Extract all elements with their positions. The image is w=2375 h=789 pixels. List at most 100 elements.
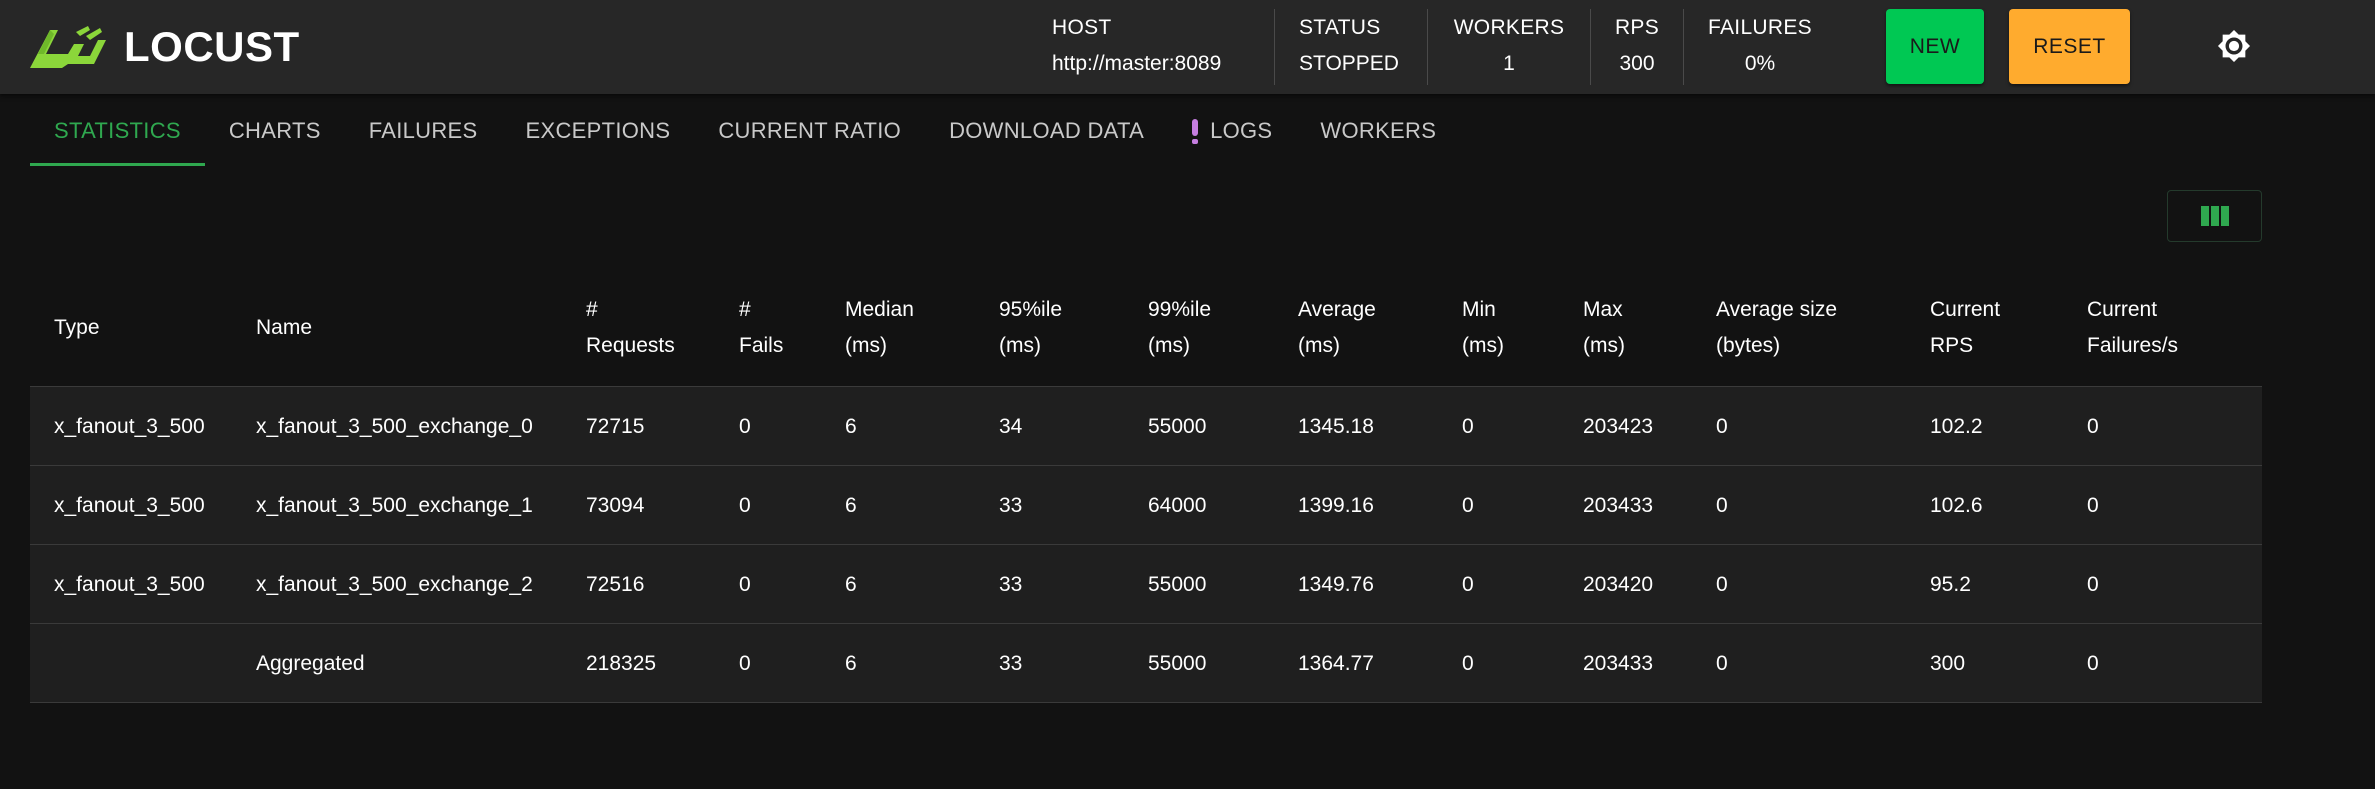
cell-average: 1349.76	[1298, 573, 1374, 596]
tab-current-ratio[interactable]: CURRENT RATIO	[694, 96, 925, 166]
cell-p99: 55000	[1148, 573, 1207, 596]
cell-p99: 64000	[1148, 494, 1207, 517]
cell-p95: 34	[999, 415, 1023, 438]
cell-max: 203423	[1583, 415, 1654, 438]
cell-name: Aggregated	[256, 652, 365, 675]
cell-avg-size: 0	[1716, 494, 1728, 517]
locust-icon	[30, 26, 106, 68]
rps-label: RPS	[1614, 16, 1660, 39]
failures-label: FAILURES	[1708, 16, 1812, 39]
host-label: HOST	[1052, 16, 1112, 39]
cell-p99: 55000	[1148, 415, 1207, 438]
cell-fails: 0	[739, 652, 751, 675]
cell-current-failures: 0	[2087, 652, 2099, 675]
tab-label: FAILURES	[368, 118, 478, 143]
column-header[interactable]: # Requests	[586, 292, 675, 364]
status-stat: STATUS STOPPED	[1275, 0, 1427, 94]
locust-logo[interactable]: LOCUST	[28, 22, 300, 72]
cell-type: x_fanout_3_500	[54, 415, 205, 438]
tab-label: EXCEPTIONS	[525, 118, 671, 143]
cell-p95: 33	[999, 652, 1023, 675]
host-stat: HOST http://master:8089	[1028, 0, 1274, 94]
failures-stat: FAILURES 0%	[1684, 0, 1836, 94]
cell-median: 6	[845, 415, 857, 438]
tab-label: CHARTS	[228, 118, 321, 143]
cell-min: 0	[1462, 415, 1474, 438]
cell-current-rps: 300	[1930, 652, 1966, 675]
cell-fails: 0	[739, 415, 751, 438]
column-header[interactable]: 95%ile (ms)	[999, 292, 1062, 364]
table-row: x_fanout_3_500 x_fanout_3_500_exchange_2…	[30, 545, 2262, 624]
theme-toggle-button[interactable]	[2214, 26, 2254, 66]
cell-type: x_fanout_3_500	[54, 494, 205, 517]
cell-name: x_fanout_3_500_exchange_0	[256, 415, 533, 438]
column-header[interactable]: Max (ms)	[1583, 292, 1625, 364]
table-header: Type Name # Requests # Fails Median (ms)…	[30, 272, 2262, 387]
cell-max: 203420	[1583, 573, 1654, 596]
tab-failures[interactable]: FAILURES	[345, 96, 502, 166]
cell-current-failures: 0	[2087, 415, 2099, 438]
cell-current-failures: 0	[2087, 494, 2099, 517]
alert-icon	[1192, 119, 1199, 144]
cell-median: 6	[845, 652, 857, 675]
tab-download-data[interactable]: DOWNLOAD DATA	[925, 96, 1168, 166]
cell-requests: 72715	[586, 415, 645, 438]
cell-current-rps: 102.6	[1930, 494, 1983, 517]
column-header[interactable]: Current RPS	[1930, 292, 2000, 364]
cell-requests: 218325	[586, 652, 657, 675]
tab-label: LOGS	[1210, 118, 1273, 143]
cell-type: x_fanout_3_500	[54, 573, 205, 596]
tab-exceptions[interactable]: EXCEPTIONS	[502, 96, 695, 166]
rps-stat: RPS 300	[1591, 0, 1683, 94]
tab-workers[interactable]: WORKERS	[1296, 96, 1460, 166]
host-value: http://master:8089	[1052, 52, 1222, 75]
cell-median: 6	[845, 573, 857, 596]
view-column-icon	[2200, 206, 2229, 226]
cell-current-failures: 0	[2087, 573, 2099, 596]
cell-min: 0	[1462, 652, 1474, 675]
cell-min: 0	[1462, 494, 1474, 517]
sun-icon	[2217, 29, 2251, 63]
failures-value: 0%	[1744, 52, 1776, 75]
cell-requests: 72516	[586, 573, 645, 596]
column-header[interactable]: # Fails	[739, 292, 783, 364]
tab-label: STATISTICS	[54, 118, 181, 143]
column-header[interactable]: Min (ms)	[1462, 292, 1504, 364]
cell-average: 1364.77	[1298, 652, 1374, 675]
tab-charts[interactable]: CHARTS	[205, 96, 345, 166]
cell-average: 1399.16	[1298, 494, 1374, 517]
column-header[interactable]: Current Failures/s	[2087, 292, 2178, 364]
column-selector-button[interactable]	[2167, 190, 2262, 242]
cell-fails: 0	[739, 494, 751, 517]
workers-stat: WORKERS 1	[1428, 0, 1590, 94]
cell-fails: 0	[739, 573, 751, 596]
column-header[interactable]: Type	[54, 310, 100, 346]
cell-max: 203433	[1583, 652, 1654, 675]
cell-p95: 33	[999, 494, 1023, 517]
column-header[interactable]: Average (ms)	[1298, 292, 1376, 364]
column-header[interactable]: 99%ile (ms)	[1148, 292, 1211, 364]
statistics-table: Type Name # Requests # Fails Median (ms)…	[30, 272, 2262, 703]
cell-avg-size: 0	[1716, 573, 1728, 596]
cell-avg-size: 0	[1716, 652, 1728, 675]
tab-statistics[interactable]: STATISTICS	[30, 96, 205, 166]
status-label: STATUS	[1299, 16, 1381, 39]
tab-logs[interactable]: LOGS	[1168, 96, 1296, 166]
workers-label: WORKERS	[1453, 16, 1565, 39]
cell-max: 203433	[1583, 494, 1654, 517]
column-header[interactable]: Average size (bytes)	[1716, 292, 1837, 364]
column-header[interactable]: Median (ms)	[845, 292, 914, 364]
app-header: LOCUST HOST http://master:8089 STATUS ST…	[0, 0, 2375, 94]
main-tabs: STATISTICS CHARTS FAILURES EXCEPTIONS CU…	[30, 96, 1460, 166]
tab-label: WORKERS	[1320, 118, 1437, 143]
reset-button[interactable]: RESET	[2009, 9, 2130, 84]
cell-median: 6	[845, 494, 857, 517]
new-test-button[interactable]: NEW	[1886, 9, 1984, 84]
column-header[interactable]: Name	[256, 310, 312, 346]
cell-current-rps: 95.2	[1930, 573, 1971, 596]
status-value: STOPPED	[1299, 52, 1399, 75]
logo-text: LOCUST	[124, 23, 300, 70]
cell-average: 1345.18	[1298, 415, 1374, 438]
cell-p95: 33	[999, 573, 1023, 596]
rps-value: 300	[1619, 52, 1655, 75]
